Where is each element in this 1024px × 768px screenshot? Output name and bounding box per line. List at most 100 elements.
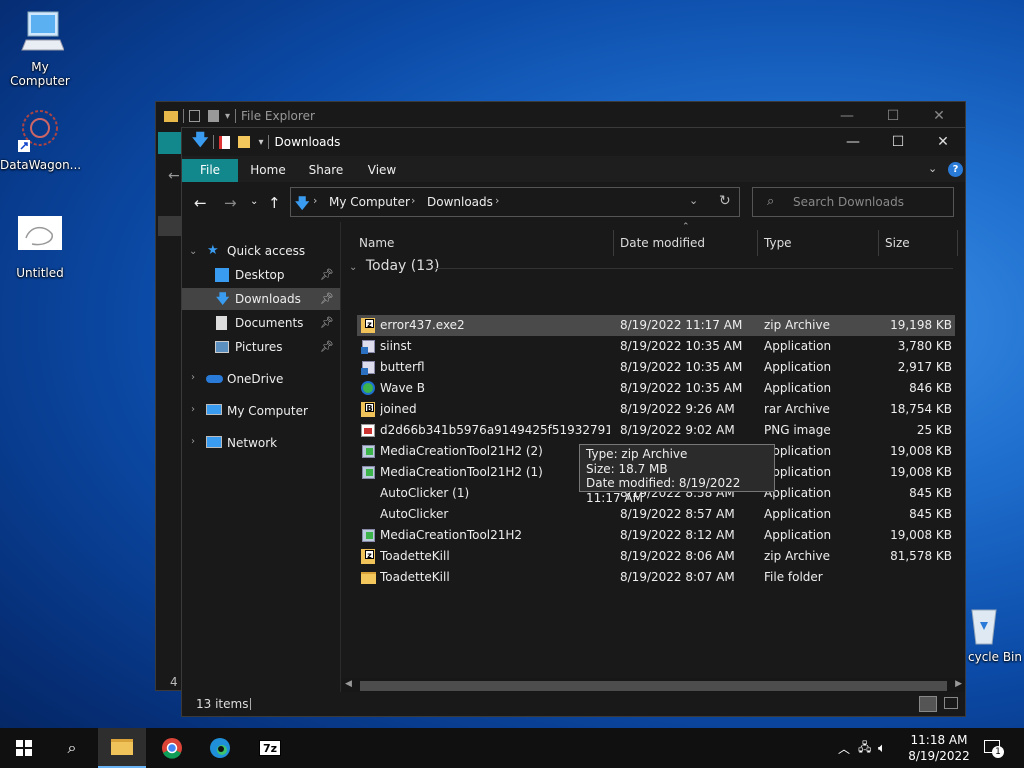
file-name: d2d66b341b5976a9149425f5193279187f0c... — [380, 423, 610, 437]
pin-icon[interactable]: 📌︎ — [320, 336, 334, 358]
tooltip-size: Size: 18.7 MB — [586, 461, 668, 476]
cloud-icon — [206, 375, 223, 383]
desktop-icon — [215, 268, 229, 282]
table-row[interactable]: ToadetteKill 8/19/2022 8:07 AM File folder — [357, 567, 955, 588]
ribbon: File Home Share View ⌄ ? — [182, 156, 965, 182]
sidebar-item-my-computer[interactable]: My Computer — [182, 400, 340, 422]
column-header-date[interactable]: Date modified — [620, 230, 705, 256]
properties-icon[interactable] — [219, 135, 231, 149]
file-name: AutoClicker (1) — [380, 486, 470, 500]
desktop-icon-datawagon[interactable]: DataWagon... — [0, 108, 81, 172]
pin-icon[interactable]: 📌︎ — [320, 288, 334, 310]
help-icon[interactable]: ? — [948, 162, 963, 177]
back-button[interactable]: ← — [194, 194, 207, 212]
forward-button[interactable]: → — [224, 194, 237, 212]
page-icon — [208, 110, 219, 122]
sidebar-item-label: Network — [227, 436, 278, 450]
network-tray-icon[interactable]: 🖧 — [858, 738, 878, 759]
taskbar-edge[interactable] — [196, 728, 244, 768]
search-box[interactable]: ⌕ Search Downloads — [752, 187, 954, 217]
file-name: error437.exe2 — [380, 318, 465, 332]
table-row[interactable]: Bjoined 8/19/2022 9:26 AM rar Archive 18,75… — [357, 399, 955, 420]
breadcrumb-chevron-icon[interactable]: › — [411, 194, 415, 207]
breadcrumb-downloads[interactable]: Downloads — [427, 195, 493, 209]
file-size: 25 KB — [916, 423, 952, 437]
media-creation-tool-icon — [361, 444, 376, 459]
scroll-left-icon[interactable]: ◀ — [345, 679, 352, 689]
sidebar-item-quick-access[interactable]: ★ Quick access — [182, 240, 340, 262]
column-header-size[interactable]: Size — [885, 230, 910, 256]
table-row[interactable]: butterfl 8/19/2022 10:35 AM Application 2,9… — [357, 357, 955, 378]
back-minimize-button[interactable]: — — [824, 102, 870, 130]
table-row[interactable]: siinst 8/19/2022 10:35 AM Application 3,780… — [357, 336, 955, 357]
start-button[interactable] — [0, 728, 48, 768]
sidebar-item-onedrive[interactable]: OneDrive — [182, 368, 340, 390]
tab-home[interactable]: Home — [242, 159, 294, 182]
file-type: Application — [764, 339, 832, 353]
notification-button[interactable]: 1 — [982, 738, 1004, 758]
volume-icon[interactable]: 🔈︎ — [878, 741, 896, 756]
recent-locations-button[interactable]: ⌄ — [250, 196, 258, 207]
table-row[interactable]: Wave B 8/19/2022 10:35 AM Application 846 K… — [357, 378, 955, 399]
clock[interactable]: 11:18 AM 8/19/2022 — [908, 732, 970, 764]
chrome-icon — [162, 738, 182, 759]
minimize-button[interactable]: — — [830, 128, 876, 156]
breadcrumb-chevron-icon[interactable]: › — [495, 194, 499, 207]
close-button[interactable]: ✕ — [920, 128, 966, 156]
sidebar-item-downloads[interactable]: 🡇 Downloads 📌︎ — [182, 288, 340, 310]
table-row[interactable]: z ToadetteKill 8/19/2022 8:06 AM zip Archiv… — [357, 546, 955, 567]
sidebar-item-documents[interactable]: Documents 📌︎ — [182, 312, 340, 334]
back-ribbon-file-tab[interactable] — [158, 132, 182, 154]
downloads-window[interactable]: 🡇 ▾ Downloads — ☐ ✕ File Home Share View… — [181, 127, 966, 717]
column-header-type[interactable]: Type — [764, 230, 792, 256]
back-maximize-button[interactable]: ☐ — [870, 102, 916, 130]
file-date: 8/19/2022 9:26 AM — [620, 402, 735, 416]
table-row[interactable]: MediaCreationTool21H2 8/19/2022 8:12 AM Ap… — [357, 525, 955, 546]
refresh-icon[interactable]: ↻ — [719, 193, 731, 209]
file-list: ⌃ Name Date modified Type Size ⌄ Today (… — [342, 222, 965, 692]
sidebar-item-desktop[interactable]: Desktop 📌︎ — [182, 264, 340, 286]
chevron-up-icon[interactable]: ︿ — [838, 740, 854, 757]
media-creation-tool-icon — [361, 465, 376, 480]
column-header-name[interactable]: Name — [359, 230, 394, 256]
group-header[interactable]: ⌄ Today (13) — [349, 258, 440, 274]
address-dropdown-icon[interactable]: ⌄ — [689, 194, 698, 207]
tab-view[interactable]: View — [356, 159, 408, 182]
search-button[interactable]: ⌕ — [48, 728, 96, 768]
details-view-icon[interactable] — [919, 696, 937, 712]
new-folder-icon[interactable] — [238, 136, 251, 148]
taskbar-chrome[interactable] — [148, 728, 196, 768]
pin-icon[interactable]: 📌︎ — [320, 312, 334, 334]
up-button[interactable]: ↑ — [268, 194, 281, 212]
pin-icon[interactable]: 📌︎ — [320, 264, 334, 286]
maximize-button[interactable]: ☐ — [875, 128, 921, 156]
tab-file[interactable]: File — [182, 159, 238, 182]
scroll-thumb[interactable] — [360, 681, 947, 691]
table-row[interactable]: AutoClicker 8/19/2022 8:57 AM Application 8… — [357, 504, 955, 525]
7zip-icon: 7z — [259, 740, 281, 756]
table-row[interactable]: d2d66b341b5976a9149425f5193279187f0c... 8… — [357, 420, 955, 441]
scroll-right-icon[interactable]: ▶ — [955, 679, 962, 689]
breadcrumb-chevron-icon[interactable]: › — [313, 194, 317, 207]
windows-logo-icon — [16, 740, 32, 756]
file-size: 18,754 KB — [890, 402, 952, 416]
breadcrumb-my-computer[interactable]: My Computer — [329, 195, 410, 209]
back-close-button[interactable]: ✕ — [916, 102, 962, 130]
file-date: 8/19/2022 9:02 AM — [620, 423, 735, 437]
table-row[interactable]: z error437.exe2 8/19/2022 11:17 AM zip Arch… — [357, 315, 955, 336]
tiles-view-icon[interactable] — [944, 697, 958, 709]
collapse-chevron-icon[interactable]: ⌄ — [349, 262, 357, 273]
desktop-icon-my-computer[interactable]: My Computer — [0, 10, 80, 88]
sidebar-item-pictures[interactable]: Pictures 📌︎ — [182, 336, 340, 358]
qat-dropdown-icon[interactable]: ▾ — [258, 137, 263, 148]
qat-dropdown-icon[interactable]: ▾ — [225, 111, 230, 122]
taskbar-7zip[interactable]: 7z — [246, 728, 294, 768]
address-bar[interactable]: 🡇 › My Computer › Downloads › ⌄ ↻ — [290, 187, 740, 217]
folder-icon — [164, 110, 178, 122]
sidebar-item-network[interactable]: Network — [182, 432, 340, 454]
tab-share[interactable]: Share — [298, 159, 354, 182]
back-nav-arrow-icon[interactable]: ← — [168, 168, 180, 184]
taskbar-file-explorer[interactable] — [98, 728, 146, 768]
ribbon-expand-icon[interactable]: ⌄ — [928, 162, 937, 175]
desktop-icon-untitled[interactable]: Untitled — [0, 216, 80, 280]
